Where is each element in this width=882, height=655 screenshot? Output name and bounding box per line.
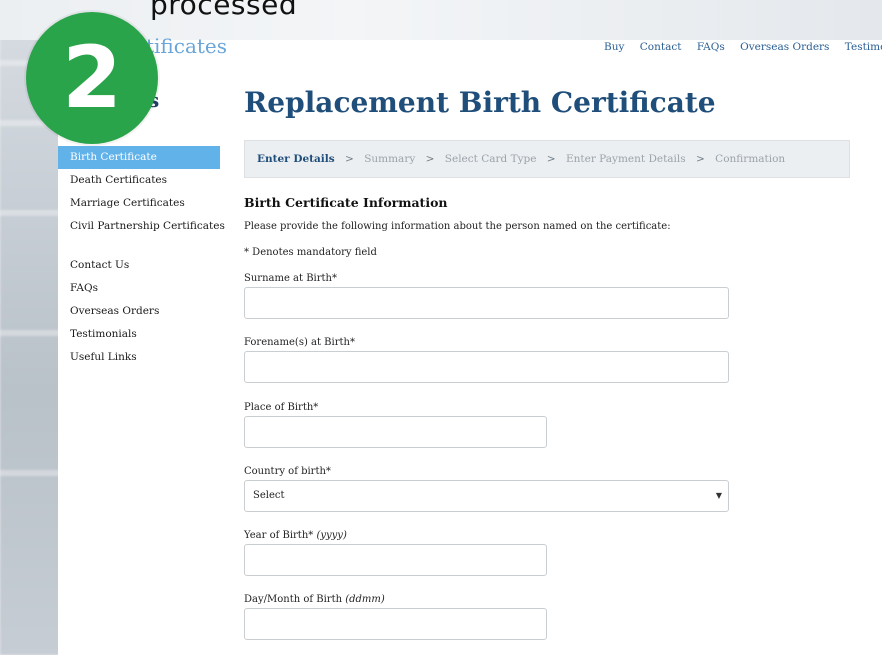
step-separator: >: [345, 153, 354, 165]
country-of-birth-select[interactable]: Select ▼: [244, 480, 729, 512]
forename-input[interactable]: [244, 351, 729, 383]
page-title: Replacement Birth Certificate: [244, 86, 716, 119]
sidebar-item-overseas-orders[interactable]: Overseas Orders: [58, 300, 220, 323]
year-label-text: Year of Birth*: [244, 530, 314, 541]
surname-label: Surname at Birth*: [244, 273, 337, 284]
nav-contact[interactable]: Contact: [640, 41, 682, 53]
step-confirmation: Confirmation: [715, 153, 786, 165]
nav-buy[interactable]: Buy: [604, 41, 624, 53]
forename-label: Forename(s) at Birth*: [244, 337, 355, 348]
country-select-value: Select: [253, 490, 285, 501]
sidebar-item-testimonials[interactable]: Testimonials: [58, 323, 220, 346]
progress-steps: Enter Details > Summary > Select Card Ty…: [244, 140, 850, 178]
place-of-birth-label: Place of Birth*: [244, 402, 319, 413]
top-navigation: Buy Contact FAQs Overseas Orders Testimo…: [604, 41, 882, 53]
sidebar-item-faqs[interactable]: FAQs: [58, 277, 220, 300]
sidebar-item-marriage-certificates[interactable]: Marriage Certificates: [58, 192, 220, 215]
surname-input[interactable]: [244, 287, 729, 319]
step-separator: >: [425, 153, 435, 165]
nav-faqs[interactable]: FAQs: [697, 41, 725, 53]
country-of-birth-label: Country of birth*: [244, 466, 331, 477]
step-enter-payment-details: Enter Payment Details: [565, 153, 686, 165]
caption-text: processed: [150, 0, 298, 21]
step-separator: >: [696, 153, 705, 165]
sidebar-item-civil-partnership-certificates[interactable]: Civil Partnership Certificates: [58, 215, 225, 238]
sidebar-item-useful-links[interactable]: Useful Links: [58, 346, 220, 369]
year-format-hint: (yyyy): [316, 530, 347, 541]
sidebar-item-birth-certificate[interactable]: Birth Certificate: [58, 146, 220, 169]
step-separator: >: [546, 153, 556, 165]
nav-overseas-orders[interactable]: Overseas Orders: [740, 41, 829, 53]
step-select-card-type: Select Card Type: [444, 153, 537, 165]
sidebar-item-death-certificates[interactable]: Death Certificates: [58, 169, 220, 192]
intro-text: Please provide the following information…: [244, 221, 671, 232]
step-summary: Summary: [364, 153, 416, 165]
step-enter-details: Enter Details: [257, 153, 335, 165]
sidebar-nav: Birth Certificate Death Certificates Mar…: [58, 146, 225, 369]
chevron-down-icon: ▼: [715, 491, 722, 500]
day-month-of-birth-label: Day/Month of Birth (ddmm): [244, 594, 385, 605]
daymonth-format-hint: (ddmm): [345, 594, 385, 605]
year-of-birth-label: Year of Birth* (yyyy): [244, 530, 347, 541]
section-title: Birth Certificate Information: [244, 195, 448, 210]
mandatory-note: * Denotes mandatory field: [244, 247, 377, 258]
sidebar-item-contact-us[interactable]: Contact Us: [58, 254, 220, 277]
daymonth-label-text: Day/Month of Birth: [244, 594, 343, 605]
day-month-of-birth-input[interactable]: [244, 608, 547, 640]
step-number-badge: 2: [26, 12, 158, 144]
nav-testimonials[interactable]: Testimoni: [845, 41, 882, 53]
year-of-birth-input[interactable]: [244, 544, 547, 576]
place-of-birth-input[interactable]: [244, 416, 547, 448]
